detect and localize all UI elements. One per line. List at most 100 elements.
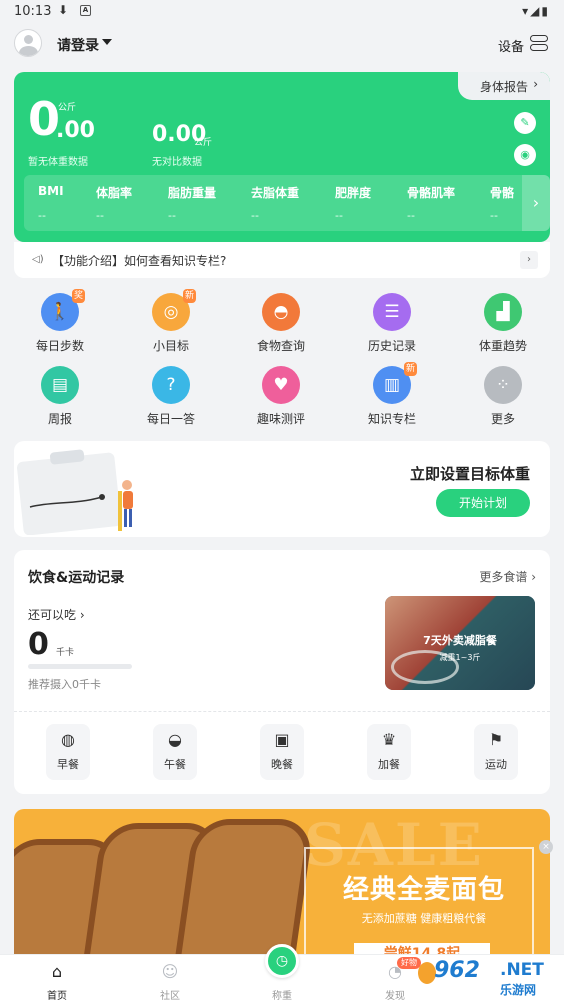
meal-breakfast[interactable]: ◍ 早餐	[46, 724, 90, 780]
close-icon[interactable]: ×	[539, 840, 553, 854]
bread-banner[interactable]: SALE 经典全麦面包 无添加蔗糖 健康粗粮代餐 尝鲜14.8起	[14, 809, 550, 959]
metric-label: 体脂率	[96, 186, 133, 200]
goal-card[interactable]: 立即设置目标体重 开始计划	[14, 441, 550, 537]
grid-item-trend[interactable]: ▟ 体重趋势	[463, 293, 543, 354]
body-metrics[interactable]: BMI -- 体脂率 -- 脂肪重量 -- 去脂体重 -- 肥胖度 -- 骨骼肌…	[24, 175, 550, 231]
qa-icon: ?	[152, 366, 190, 404]
login-link[interactable]: 请登录	[57, 35, 99, 55]
grid-item-history[interactable]: ☰ 历史记录	[352, 293, 432, 354]
grid-item-goal[interactable]: ◎ 新 小目标	[131, 289, 211, 354]
feature-notice[interactable]: ◁) 【功能介绍】如何查看知识专栏? ›	[14, 242, 550, 278]
grid-label: 每日步数	[35, 339, 84, 353]
watermark-number: 962	[434, 958, 480, 983]
metric-label: 脂肪重量	[168, 186, 217, 200]
notice-text: 【功能介绍】如何查看知识专栏?	[52, 254, 227, 268]
metric-label: BMI	[38, 184, 64, 198]
new-badge: 新	[182, 289, 196, 303]
exercise[interactable]: ⚑ 运动	[474, 724, 518, 780]
grid-item-steps[interactable]: 🚶 奖 每日步数	[20, 289, 100, 354]
target-icon: ◎ 新	[152, 289, 196, 331]
walk-icon: 🚶 奖	[41, 289, 85, 331]
meal-lunch[interactable]: ◒ 午餐	[153, 724, 197, 780]
caret-down-icon[interactable]	[102, 39, 112, 45]
clock: 10:13	[14, 4, 52, 19]
scale-icon[interactable]: ◷	[265, 944, 299, 978]
metric-value: --	[96, 209, 104, 222]
metric-value: --	[38, 209, 46, 222]
system-status-icons: ▾◢▮	[522, 4, 550, 18]
body-report-tab[interactable]: 身体报告 ›	[458, 72, 550, 100]
grid-item-weekly[interactable]: ▤ 周报	[20, 366, 100, 427]
divider	[14, 711, 550, 712]
meal-label: 早餐	[57, 758, 79, 771]
weight-card[interactable]: 身体报告 › 0 .00 公斤 暂无体重数据 0.00 公斤 无对比数据 ✎ ◉…	[14, 72, 550, 242]
promo-title: 7天外卖减脂餐	[423, 634, 497, 647]
more-icon: ⁘	[484, 366, 522, 404]
diet-title: 饮食&运动记录	[28, 570, 125, 586]
can-eat-label: 还可以吃	[28, 608, 77, 622]
grid-label: 体重趋势	[478, 339, 527, 353]
tab-community[interactable]: ☺ 社区	[125, 955, 215, 1002]
diet-record-card: 饮食&运动记录 更多食谱 › 还可以吃 › 0 千卡 推荐摄入0千卡 7天外卖减…	[14, 550, 550, 794]
can-eat-link[interactable]: 还可以吃 ›	[28, 606, 85, 623]
banner-subtitle: 无添加蔗糖 健康粗粮代餐	[361, 912, 487, 925]
calorie-unit: 千卡	[56, 648, 75, 658]
metric-value: --	[251, 209, 259, 222]
metric-label: 骨骼肌率	[407, 186, 456, 200]
metric-value: --	[335, 209, 343, 222]
new-badge: 新	[403, 362, 417, 376]
grid-label: 更多	[490, 412, 515, 426]
download-icon: ⬇	[58, 3, 69, 17]
metric-label: 肥胖度	[335, 186, 372, 200]
promo-subtitle: 减重1~3斤	[439, 653, 481, 662]
metric-value: --	[168, 209, 176, 222]
watermark-domain: .NET	[500, 960, 544, 980]
eye-icon[interactable]: ◉	[514, 144, 536, 166]
banner-title: 经典全麦面包	[342, 875, 505, 905]
home-icon: ⌂	[51, 962, 63, 981]
edit-icon[interactable]: ✎	[514, 112, 536, 134]
calorie-value: 0	[28, 627, 49, 662]
book-icon: ▥ 新	[373, 362, 417, 404]
metric-value: --	[490, 209, 498, 222]
more-recipes-link[interactable]: 更多食谱 ›	[479, 568, 536, 585]
grid-item-qa[interactable]: ? 每日一答	[131, 366, 211, 427]
chevron-right-icon[interactable]: ›	[520, 251, 538, 269]
bread-image	[173, 819, 315, 959]
avatar[interactable]	[14, 29, 42, 57]
device-settings-icon[interactable]	[530, 35, 548, 52]
meal-snack[interactable]: ♛ 加餐	[367, 724, 411, 780]
metric-value: --	[407, 209, 415, 222]
grid-item-food[interactable]: ◓ 食物查询	[241, 293, 321, 354]
community-icon: ☺	[161, 962, 179, 981]
status-bar: 10:13 ⬇ A ▾◢▮	[0, 0, 564, 24]
history-icon: ☰	[373, 293, 411, 331]
grid-item-knowledge[interactable]: ▥ 新 知识专栏	[352, 362, 432, 427]
grid-item-more[interactable]: ⁘ 更多	[463, 366, 543, 427]
top-bar: 请登录 设备	[0, 26, 564, 62]
start-plan-button[interactable]: 开始计划	[436, 489, 530, 517]
body-report-label: 身体报告	[480, 80, 529, 94]
chevron-right-icon[interactable]: ›	[522, 175, 550, 231]
watermark-name: 乐游网	[500, 983, 537, 997]
grid-label: 每日一答	[146, 412, 195, 426]
tab-home[interactable]: ⌂ 首页	[12, 955, 102, 1002]
more-recipes-label: 更多食谱	[479, 570, 528, 584]
meal-label: 午餐	[164, 758, 186, 771]
tab-label: 首页	[47, 991, 67, 1002]
grid-item-quiz[interactable]: ♥ 趣味测评	[241, 366, 321, 427]
heart-icon: ♥	[262, 366, 300, 404]
meal-plan-promo[interactable]: 7天外卖减脂餐 减重1~3斤	[385, 596, 535, 690]
goal-illustration	[16, 449, 133, 535]
device-settings-label[interactable]: 设备	[498, 36, 524, 55]
grid-label: 趣味测评	[256, 412, 305, 426]
grid-label: 食物查询	[256, 339, 305, 353]
site-watermark: 962 .NET 乐游网	[418, 954, 564, 1000]
metric-label: 骨骼	[490, 186, 515, 200]
meal-dinner[interactable]: ▣ 晚餐	[260, 724, 304, 780]
weight-unit: 公斤	[58, 103, 77, 113]
dish-icon: ◓	[262, 293, 300, 331]
meal-label: 运动	[485, 758, 507, 771]
snack-icon: ♛	[381, 730, 397, 749]
reward-badge: 奖	[71, 289, 85, 303]
